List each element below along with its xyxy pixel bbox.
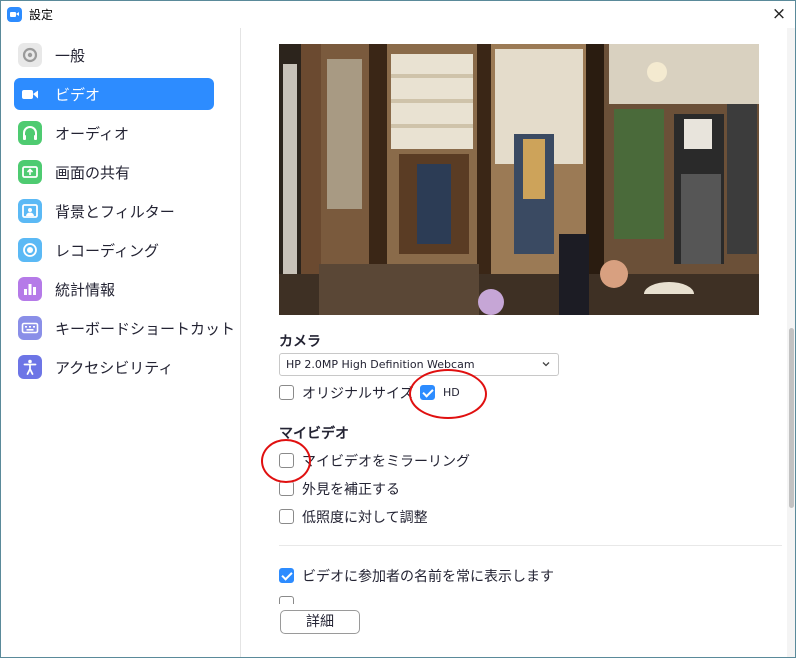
sidebar-item-general[interactable]: 一般	[14, 39, 214, 71]
section-divider	[279, 545, 782, 546]
original-size-checkbox[interactable]: オリジナルサイズ	[279, 382, 414, 404]
accessibility-icon	[18, 355, 42, 379]
sidebar-item-video[interactable]: ビデオ	[14, 78, 214, 110]
touch-up-appearance-checkbox[interactable]: 外見を補正する	[279, 478, 439, 500]
checkbox-box	[279, 596, 294, 604]
window-title: 設定	[29, 8, 54, 22]
camera-preview-image	[279, 44, 759, 315]
checkbox-label: 外見を補正する	[302, 482, 400, 498]
sidebar-item-background[interactable]: 背景とフィルター	[14, 195, 214, 227]
annotation-circle-hd	[409, 369, 487, 419]
sidebar-item-accessibility[interactable]: アクセシビリティ	[14, 351, 214, 383]
sidebar-item-label: 統計情報	[55, 281, 116, 299]
gear-icon	[18, 43, 42, 67]
settings-sidebar: 一般 ビデオ オーディオ 画面の共有 背景とフィルター レコーディング 統計情報…	[1, 28, 241, 657]
keyboard-icon	[18, 316, 42, 340]
sidebar-item-share-screen[interactable]: 画面の共有	[14, 156, 214, 188]
headphones-icon	[18, 121, 42, 145]
sidebar-item-keyboard-shortcuts[interactable]: キーボードショートカット	[14, 312, 235, 344]
sidebar-item-label: 画面の共有	[55, 164, 131, 182]
sidebar-item-audio[interactable]: オーディオ	[14, 117, 214, 149]
close-icon[interactable]: ×	[769, 5, 789, 23]
adjust-low-light-checkbox[interactable]: 低照度に対して調整	[279, 506, 459, 528]
title-bar: 設定 ×	[1, 1, 795, 28]
video-settings-panel: カメラ HP 2.0MP High Definition Webcam オリジナ…	[242, 28, 787, 657]
zoom-app-icon	[7, 7, 22, 22]
checkbox-label: ビデオに参加者の名前を常に表示します	[302, 569, 554, 585]
checkbox-label: オリジナルサイズ	[302, 386, 414, 402]
sidebar-item-label: オーディオ	[55, 125, 129, 143]
sidebar-item-label: 背景とフィルター	[55, 203, 175, 221]
sidebar-item-label: ビデオ	[55, 86, 101, 104]
settings-window: 設定 × 一般 ビデオ オーディオ 画面の共有 背景とフィルター レコーディング…	[0, 0, 796, 658]
partially-hidden-option	[279, 596, 579, 604]
annotation-circle-mirror	[261, 439, 311, 483]
share-screen-icon	[18, 160, 42, 184]
checkbox-box	[279, 481, 294, 496]
checkbox-box	[279, 385, 294, 400]
sidebar-item-recording[interactable]: レコーディング	[14, 234, 214, 266]
recording-icon	[18, 238, 42, 262]
sidebar-item-label: 一般	[55, 47, 86, 65]
advanced-details-button[interactable]: 詳細	[280, 610, 360, 634]
checkbox-box	[279, 509, 294, 524]
statistics-icon	[18, 277, 42, 301]
camera-heading: カメラ	[279, 334, 321, 350]
video-camera-icon	[18, 82, 42, 106]
background-icon	[18, 199, 42, 223]
checkbox-box	[279, 568, 294, 583]
content-scrollbar[interactable]	[787, 28, 795, 657]
sidebar-item-statistics[interactable]: 統計情報	[14, 273, 214, 305]
sidebar-item-label: レコーディング	[55, 242, 159, 260]
camera-select[interactable]: HP 2.0MP High Definition Webcam	[279, 353, 559, 376]
sidebar-item-label: キーボードショートカット	[55, 320, 236, 338]
always-show-names-checkbox[interactable]: ビデオに参加者の名前を常に表示します	[279, 565, 579, 587]
chevron-down-icon	[542, 362, 550, 367]
checkbox-label: マイビデオをミラーリング	[302, 454, 470, 470]
sidebar-item-label: アクセシビリティ	[55, 359, 174, 377]
checkbox-label: 低照度に対して調整	[302, 510, 428, 526]
scrollbar-thumb[interactable]	[789, 328, 794, 508]
